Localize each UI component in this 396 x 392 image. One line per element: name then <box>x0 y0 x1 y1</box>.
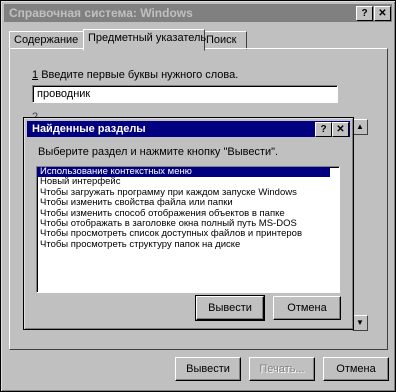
print-button[interactable]: Печать... <box>249 357 315 381</box>
step1-number: 1 <box>32 69 39 81</box>
dialog-close-button[interactable]: ✕ <box>332 122 349 137</box>
help-button[interactable]: ? <box>356 6 373 21</box>
cancel-button[interactable]: Отмена <box>323 357 389 381</box>
tab-index[interactable]: Предметный указатель <box>83 29 206 51</box>
step1-label: 1 Введите первые буквы нужного слова. <box>32 69 238 81</box>
dialog-prompt: Выберите раздел и нажмите кнопку "Вывест… <box>38 146 279 158</box>
step1-text: Введите первые буквы нужного слова. <box>41 69 239 81</box>
list-item[interactable]: Чтобы просмотреть структуру папок на дис… <box>37 239 339 250</box>
dialog-title: Найденные разделы <box>32 123 146 135</box>
keyword-input[interactable]: проводник <box>32 85 338 103</box>
topics-found-dialog: Найденные разделы ? ✕ Выберите раздел и … <box>23 117 354 330</box>
show-button[interactable]: Вывести <box>175 357 241 381</box>
scroll-up-icon[interactable]: ▲ <box>352 119 368 135</box>
dialog-help-button[interactable]: ? <box>315 122 332 137</box>
window-title: Справочная система: Windows <box>9 6 193 20</box>
topics-list[interactable]: Использование контекстных меню Новый инт… <box>36 166 340 293</box>
close-button[interactable]: ✕ <box>374 6 391 21</box>
dialog-cancel-button[interactable]: Отмена <box>273 296 341 320</box>
list-scrollbar[interactable]: ▲ ▼ <box>352 119 368 331</box>
title-bar: Справочная система: Windows ? ✕ <box>4 4 392 22</box>
scroll-down-icon[interactable]: ▼ <box>352 315 368 331</box>
dialog-title-bar: Найденные разделы ? ✕ <box>27 121 350 137</box>
dialog-show-button[interactable]: Вывести <box>195 295 265 321</box>
list-item[interactable]: Чтобы изменить свойства файла или папки <box>37 197 339 208</box>
